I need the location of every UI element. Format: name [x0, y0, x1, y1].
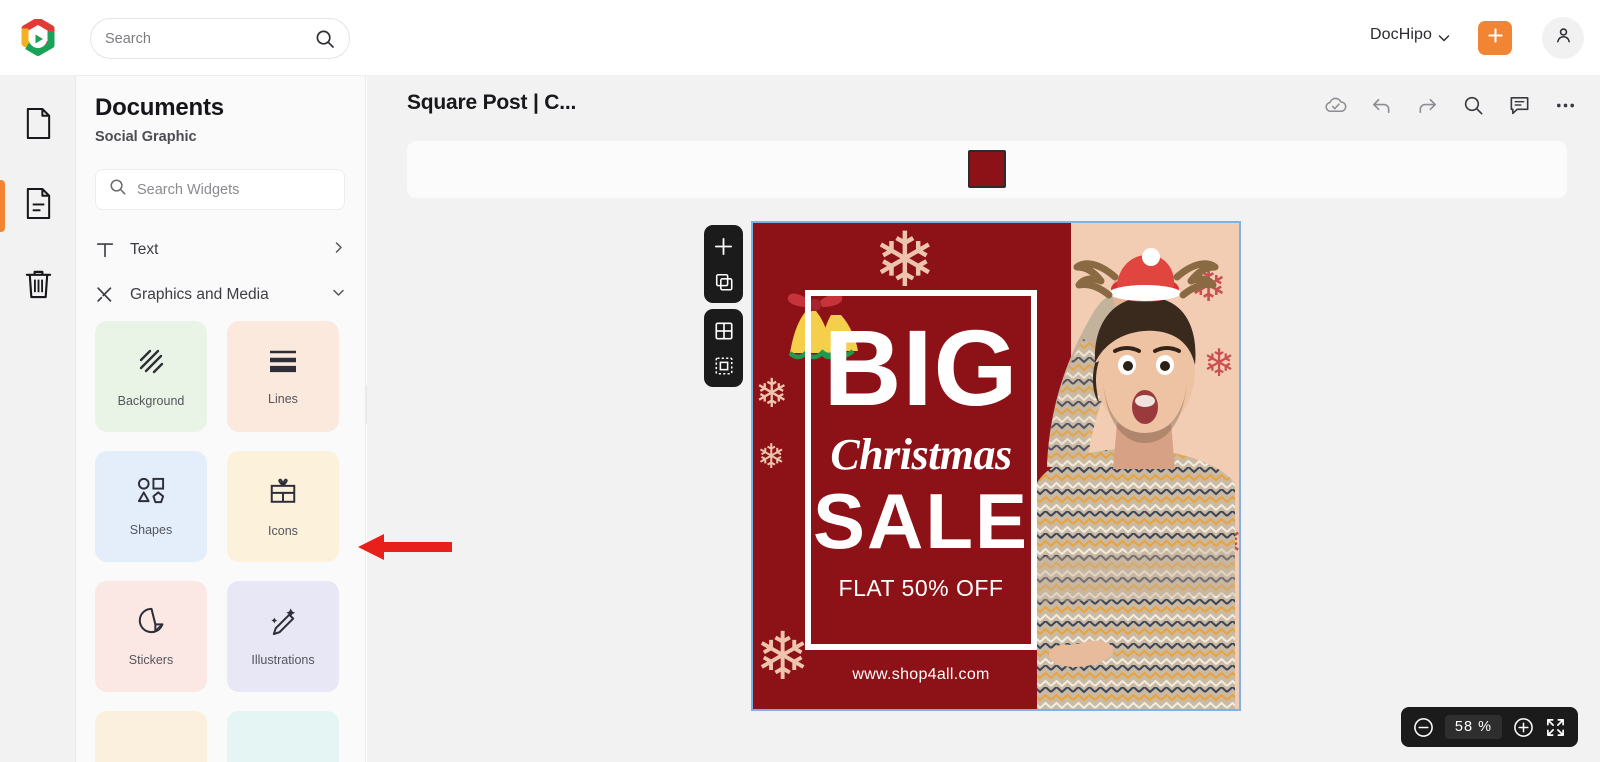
- snowflake-icon: ❄: [757, 438, 786, 476]
- poster-url-text: www.shop4all.com: [852, 666, 990, 683]
- redo-arrow-icon[interactable]: [1414, 92, 1440, 118]
- poster-subheadline: SALE: [812, 477, 1030, 565]
- text-t-icon: [95, 240, 119, 260]
- widget-tile-partial-right[interactable]: [227, 711, 339, 762]
- section-text[interactable]: Text: [95, 230, 345, 270]
- tile-label: Lines: [268, 391, 298, 406]
- cloud-check-icon[interactable]: [1322, 92, 1348, 118]
- man-in-knit-sweater-photo: [1037, 248, 1235, 709]
- shapes-icon: [136, 476, 167, 510]
- widget-search[interactable]: [95, 169, 345, 210]
- lines-icon: [268, 348, 298, 379]
- widget-tile-shapes[interactable]: Shapes: [95, 451, 207, 562]
- tile-label: Background: [117, 393, 185, 408]
- document-title[interactable]: Square Post | C...: [407, 91, 576, 115]
- duplicate-icon[interactable]: [713, 271, 735, 293]
- widget-tile-lines[interactable]: Lines: [227, 321, 339, 432]
- design-canvas[interactable]: ❄ ❄ ❄ ❄ ❄ ❄ ❄ ❄: [751, 221, 1241, 711]
- global-search[interactable]: [90, 18, 350, 59]
- widget-tile-icons[interactable]: Icons: [227, 451, 339, 562]
- editor-workspace: Square Post | C... ❄ ❄ ❄ ❄ ❄ ❄ BIG Chris…: [367, 76, 1600, 762]
- top-bar: DocHipo: [0, 0, 1600, 76]
- widget-tile-illustrations[interactable]: Illustrations: [227, 581, 339, 692]
- poster-script-line: Christmas: [830, 430, 1012, 479]
- hatch-pattern-icon: [136, 346, 166, 381]
- pencil-sparkle-icon: [269, 606, 298, 640]
- tile-label: Illustrations: [251, 653, 315, 667]
- poster-offer-text: FLAT 50% OFF: [838, 575, 1004, 601]
- dochipo-logo-icon[interactable]: [18, 17, 58, 59]
- gift-icon: [268, 476, 298, 511]
- page-thumbnail[interactable]: [968, 150, 1006, 188]
- chevron-down-icon[interactable]: [1438, 31, 1450, 43]
- tile-label: Stickers: [128, 653, 174, 667]
- ellipsis-icon[interactable]: [1552, 92, 1578, 118]
- rail-item-pages[interactable]: [0, 90, 76, 162]
- app-root: DocHipo: [0, 0, 1600, 762]
- widget-tile-grid: Background Lines Shapes Icons Stickers I…: [95, 321, 349, 762]
- account-menu-label[interactable]: DocHipo: [1370, 26, 1432, 44]
- zoom-unit: %: [1478, 719, 1492, 735]
- section-graphics-label: Graphics and Media: [130, 286, 269, 303]
- trash-icon: [23, 267, 54, 305]
- left-icon-rail: [0, 76, 76, 762]
- search-icon: [109, 178, 127, 201]
- search-input[interactable]: [105, 30, 315, 47]
- page-actions-toolbar: [704, 225, 743, 303]
- page-thumbnail-bar: [407, 141, 1567, 198]
- panel-subtitle: Social Graphic: [95, 129, 197, 145]
- zoom-number: 58: [1454, 719, 1474, 735]
- plus-circle-icon[interactable]: [1512, 716, 1534, 738]
- minus-circle-icon[interactable]: [1413, 716, 1435, 738]
- create-new-button[interactable]: [1478, 21, 1512, 55]
- undo-arrow-icon[interactable]: [1368, 92, 1394, 118]
- profile-button[interactable]: [1542, 17, 1584, 59]
- plus-icon[interactable]: [713, 236, 735, 258]
- snowflake-icon: ❄: [755, 619, 811, 693]
- zoom-controls: 58 %: [1400, 707, 1578, 747]
- search-icon: [315, 29, 335, 49]
- tile-label: Icons: [268, 523, 298, 538]
- widget-tile-background[interactable]: Background: [95, 321, 207, 432]
- plus-icon: [1486, 26, 1505, 50]
- comment-icon[interactable]: [1506, 92, 1532, 118]
- page-layout-toolbar: [704, 309, 743, 387]
- search-widgets-input[interactable]: [137, 181, 331, 198]
- section-text-label: Text: [130, 241, 159, 258]
- grid-icon[interactable]: [713, 320, 735, 342]
- chevron-right-icon: [332, 241, 345, 259]
- widget-tile-partial-left[interactable]: [95, 711, 207, 762]
- user-icon: [1553, 25, 1574, 51]
- section-graphics-and-media[interactable]: Graphics and Media: [95, 275, 345, 315]
- document-toolbar: [1322, 92, 1578, 118]
- document-lines-icon: [23, 187, 54, 225]
- sticker-icon: [137, 606, 166, 640]
- rail-item-trash[interactable]: [0, 250, 76, 322]
- dashed-select-icon[interactable]: [713, 355, 735, 377]
- tile-label: Shapes: [129, 523, 173, 537]
- page-icon: [23, 107, 54, 145]
- zoom-level-value[interactable]: 58 %: [1444, 715, 1502, 739]
- poster-headline: BIG: [823, 307, 1019, 428]
- graphics-media-icon: [95, 285, 119, 305]
- annotation-arrow-icon: [358, 534, 452, 560]
- search-icon[interactable]: [1460, 92, 1486, 118]
- chevron-down-icon: [332, 286, 345, 304]
- widget-panel: Documents Social Graphic Text: [76, 76, 366, 762]
- rail-item-documents[interactable]: [0, 170, 76, 242]
- fullscreen-icon[interactable]: [1544, 716, 1566, 738]
- panel-title: Documents: [95, 94, 224, 121]
- widget-tile-stickers[interactable]: Stickers: [95, 581, 207, 692]
